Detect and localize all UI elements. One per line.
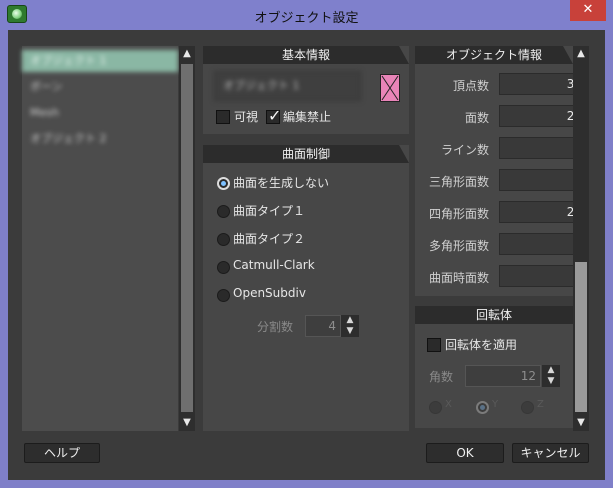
visible-label: 可視 — [234, 110, 259, 124]
radio-surface-type-1[interactable] — [217, 205, 230, 218]
radio-opensubdiv[interactable] — [217, 289, 230, 302]
stat-label: ライン数 — [440, 143, 489, 157]
axis-label: X — [445, 399, 452, 410]
scroll-up-icon[interactable]: ▲ — [573, 46, 589, 62]
apply-lathe-label: 回転体を適用 — [445, 338, 518, 352]
scrollbar-thumb[interactable] — [575, 262, 587, 412]
subdivision-panel: 曲面制御 曲面を生成しない 曲面タイプ１ 曲面タイプ２ Catmull-Clar… — [203, 145, 409, 431]
radio-label: 曲面を生成しない — [233, 176, 330, 190]
axis-z-radio[interactable] — [521, 401, 534, 414]
stat-label: 多角形面数 — [428, 239, 489, 253]
object-list-scrollbar[interactable]: ▲ ▼ — [179, 46, 195, 431]
radio-label: Catmull-Clark — [233, 258, 315, 272]
angle-input[interactable]: 12 — [465, 365, 541, 387]
stat-label: 曲面時面数 — [428, 271, 489, 285]
basic-info-panel: 基本情報 オブジェクト 1 可視 編集禁止 — [203, 46, 409, 134]
spin-up-icon[interactable]: ▲ — [542, 365, 560, 376]
object-list: オブジェクト 1 ボーン Mesh オブジェクト 2 — [22, 46, 178, 431]
spin-up-icon[interactable]: ▲ — [341, 315, 359, 326]
cancel-button[interactable]: キャンセル — [512, 443, 589, 463]
scroll-up-icon[interactable]: ▲ — [179, 46, 195, 62]
list-item[interactable]: オブジェクト 1 — [22, 50, 178, 72]
spin-down-icon[interactable]: ▼ — [341, 326, 359, 337]
object-name-field[interactable]: オブジェクト 1 — [214, 71, 361, 101]
radio-label: 曲面タイプ２ — [233, 232, 306, 246]
panel-header: オブジェクト情報 — [415, 46, 573, 64]
lock-label: 編集禁止 — [283, 110, 332, 124]
stat-label: 四角形面数 — [428, 207, 489, 221]
axis-label: Y — [492, 399, 499, 410]
apply-lathe-checkbox[interactable] — [427, 338, 441, 352]
list-item[interactable]: オブジェクト 2 — [22, 128, 178, 150]
ok-button[interactable]: OK — [426, 443, 504, 463]
radio-no-surface[interactable] — [217, 177, 230, 190]
color-swatch-icon — [381, 75, 399, 101]
panel-header: 曲面制御 — [203, 145, 409, 163]
lathe-panel: 回転体 回転体を適用 角数 12 ▲ ▼ X Y Z — [415, 306, 573, 428]
scroll-down-icon[interactable]: ▼ — [179, 415, 195, 431]
visible-checkbox[interactable] — [216, 110, 230, 124]
panel-header: 回転体 — [415, 306, 573, 324]
axis-y-radio[interactable] — [476, 401, 489, 414]
object-info-panel: オブジェクト情報 頂点数 36 面数 25 ライン数 0 三角形面数 0 四角形… — [415, 46, 585, 296]
list-item[interactable]: ボーン — [22, 76, 178, 98]
window-title: オブジェクト設定 — [254, 11, 359, 26]
radio-label: OpenSubdiv — [233, 286, 306, 300]
stat-label: 三角形面数 — [428, 175, 489, 189]
divisions-label: 分割数 — [257, 320, 294, 334]
radio-catmull-clark[interactable] — [217, 261, 230, 274]
lock-checkbox[interactable] — [266, 106, 281, 125]
radio-surface-type-2[interactable] — [217, 233, 230, 246]
close-button[interactable]: ✕ — [570, 0, 606, 21]
color-swatch[interactable] — [380, 74, 400, 102]
stat-label: 面数 — [464, 111, 489, 125]
angle-label: 角数 — [429, 370, 454, 384]
divisions-input[interactable]: 4 — [305, 315, 341, 337]
radio-label: 曲面タイプ１ — [233, 204, 306, 218]
panel-header: 基本情報 — [203, 46, 409, 64]
axis-label: Z — [537, 399, 544, 410]
scroll-down-icon[interactable]: ▼ — [573, 415, 589, 431]
scrollbar-track[interactable] — [181, 64, 193, 412]
settings-scrollbar[interactable]: ▲ ▼ — [573, 46, 589, 431]
stat-label: 頂点数 — [452, 79, 489, 93]
list-item[interactable]: Mesh — [22, 102, 178, 124]
spin-down-icon[interactable]: ▼ — [542, 376, 560, 387]
axis-x-radio[interactable] — [429, 401, 442, 414]
help-button[interactable]: ヘルプ — [24, 443, 100, 463]
